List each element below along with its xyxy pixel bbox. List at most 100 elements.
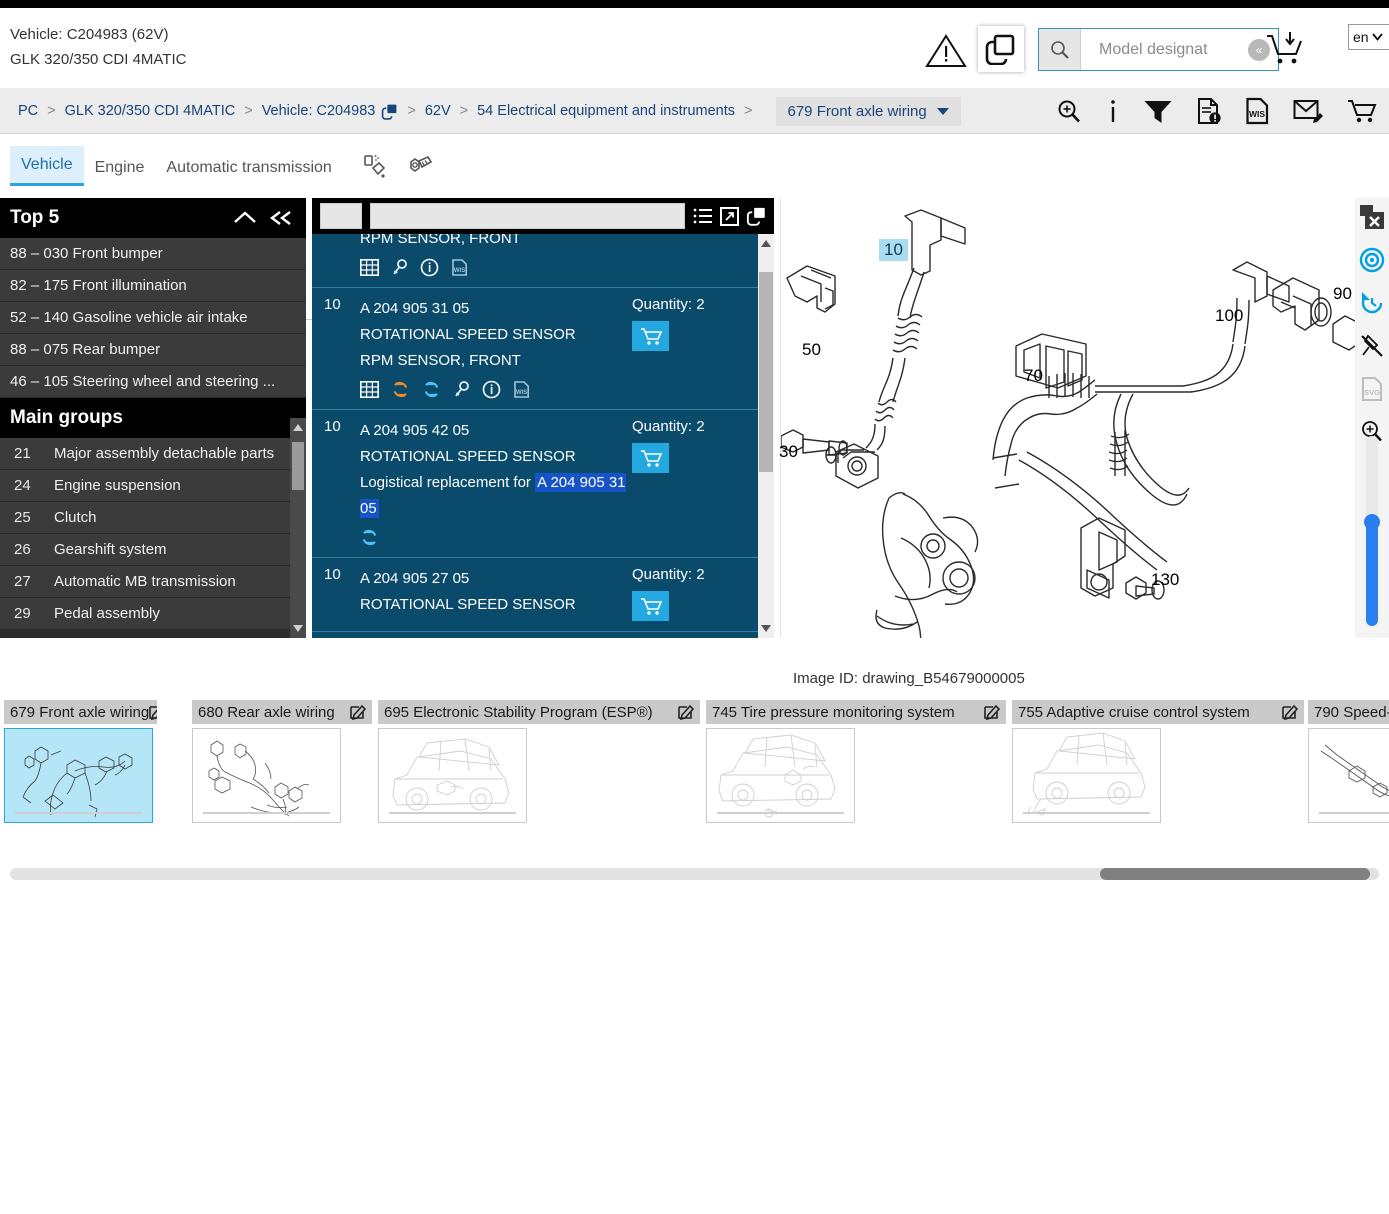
paint-spray-icon[interactable]	[359, 152, 389, 182]
parts-row[interactable]: 10 A 204 905 31 05 ROTATIONAL SPEED SENS…	[312, 288, 774, 410]
main-group-row[interactable]: 24 Engine suspension	[0, 470, 306, 502]
main-group-row[interactable]: 26 Gearshift system	[0, 534, 306, 566]
main-group-row[interactable]: 29 Pedal assembly	[0, 598, 306, 630]
chevron-up-icon[interactable]	[232, 209, 258, 227]
wis-document-icon[interactable]: WIS	[1245, 97, 1270, 125]
thumbnail-label[interactable]: 679 Front axle wiring	[4, 700, 157, 724]
filter-icon[interactable]	[1143, 98, 1173, 125]
collapse-left-icon[interactable]	[268, 209, 294, 227]
thumbnail-755[interactable]: 755 Adaptive cruise control system	[1012, 700, 1304, 823]
edit-icon[interactable]	[149, 704, 157, 720]
main-group-row[interactable]: 25 Clutch	[0, 502, 306, 534]
technical-drawing[interactable]: 10 50 30 70 100 90 130	[779, 198, 1389, 638]
top5-item-2[interactable]: 52 – 140 Gasoline vehicle air intake	[0, 302, 306, 334]
top5-item-1[interactable]: 82 – 175 Front illumination	[0, 270, 306, 302]
key-icon[interactable]	[391, 258, 408, 277]
top5-item-3[interactable]: 88 – 075 Rear bumper	[0, 334, 306, 366]
thumbnail-strip-scrollbar[interactable]	[10, 868, 1379, 880]
parts-row[interactable]: 10 A 204 905 27 05 ROTATIONAL SPEED SENS…	[312, 558, 774, 632]
history-reset-icon[interactable]	[1359, 290, 1385, 316]
model-designation-search[interactable]: Model designat «	[1038, 28, 1279, 71]
top5-item-0[interactable]: 88 – 030 Front bumper	[0, 238, 306, 270]
thumbnail-680[interactable]: 680 Rear axle wiring	[192, 700, 372, 823]
scroll-down-arrow-icon[interactable]	[761, 625, 771, 632]
cart-icon[interactable]	[1264, 30, 1306, 68]
table-icon[interactable]	[360, 381, 379, 398]
scroll-down-arrow-icon[interactable]	[293, 625, 303, 632]
thumbnail-label[interactable]: 680 Rear axle wiring	[192, 700, 372, 724]
main-group-row[interactable]: 21 Major assembly detachable parts	[0, 438, 306, 470]
thumbnail-image[interactable]	[1012, 728, 1161, 823]
supersession-blue-icon[interactable]	[360, 528, 379, 547]
scrollbar-thumb[interactable]	[292, 442, 304, 490]
breadcrumb-item-pc[interactable]: PC	[18, 103, 38, 119]
breadcrumb-item-62v[interactable]: 62V	[425, 103, 451, 119]
thumbnail-label[interactable]: 745 Tire pressure monitoring system	[706, 700, 1006, 724]
target-focus-icon[interactable]	[1359, 247, 1385, 273]
cart-small-icon[interactable]	[1347, 98, 1377, 124]
add-to-cart-button[interactable]	[632, 443, 669, 473]
thumbnail-679[interactable]: 679 Front axle wiring	[4, 700, 157, 823]
edit-icon[interactable]	[678, 704, 694, 720]
thumbnail-image[interactable]	[706, 728, 855, 823]
thumbnail-790[interactable]: 790 Speed-	[1308, 700, 1389, 823]
edit-icon[interactable]	[350, 704, 366, 720]
tab-engine[interactable]: Engine	[84, 149, 156, 186]
tab-vehicle[interactable]: Vehicle	[10, 146, 84, 186]
thumbnail-image[interactable]	[192, 728, 341, 823]
breadcrumb-item-group54[interactable]: 54 Electrical equipment and instruments	[477, 103, 735, 119]
scroll-up-arrow-icon[interactable]	[761, 240, 771, 247]
unpin-icon[interactable]	[1359, 333, 1385, 359]
top5-item-4[interactable]: 46 – 105 Steering wheel and steering ...	[0, 366, 306, 398]
thumbnail-image[interactable]	[4, 728, 153, 823]
thumbnail-695[interactable]: 695 Electronic Stability Program (ESP®)	[378, 700, 700, 823]
supersession-blue-icon[interactable]	[422, 380, 441, 399]
callout-130[interactable]: 130	[1151, 570, 1179, 590]
info-circle-icon[interactable]	[482, 380, 501, 399]
search-icon[interactable]	[1039, 29, 1081, 70]
mail-edit-icon[interactable]	[1293, 98, 1324, 124]
callout-100[interactable]: 100	[1215, 306, 1243, 326]
scrollbar-thumb[interactable]	[1100, 868, 1370, 880]
callout-90[interactable]: 90	[1333, 284, 1352, 304]
expand-icon[interactable]	[720, 206, 739, 226]
supersession-orange-icon[interactable]	[391, 380, 410, 399]
copy-icon[interactable]	[746, 206, 766, 226]
wis-document-icon[interactable]: WIS	[451, 258, 468, 277]
part-number[interactable]: A 204 905 31 05	[360, 296, 632, 322]
thumbnail-label[interactable]: 755 Adaptive cruise control system	[1012, 700, 1304, 724]
parts-row-clipped[interactable]: x RPM SENSOR, FRONT	[312, 234, 774, 288]
main-group-row[interactable]: 27 Automatic MB transmission	[0, 566, 306, 598]
table-icon[interactable]	[360, 259, 379, 276]
wis-document-icon[interactable]: WIS	[513, 380, 530, 399]
zoom-slider-knob[interactable]	[1364, 514, 1380, 530]
list-view-icon[interactable]	[693, 207, 713, 225]
callout-70[interactable]: 70	[1024, 366, 1043, 386]
language-selector[interactable]: en	[1348, 24, 1389, 50]
info-icon[interactable]	[1106, 98, 1120, 125]
parts-list-scrollbar[interactable]	[758, 234, 774, 638]
part-number[interactable]: A 204 905 42 05	[360, 418, 632, 444]
thumbnail-745[interactable]: 745 Tire pressure monitoring system	[706, 700, 1006, 823]
callout-50[interactable]: 50	[802, 340, 821, 360]
warning-triangle-icon[interactable]	[925, 33, 967, 69]
zoom-in-icon[interactable]	[1056, 98, 1083, 125]
copy-button[interactable]	[978, 26, 1024, 72]
info-circle-icon[interactable]	[420, 258, 439, 277]
parts-filter-field[interactable]	[320, 203, 362, 229]
edit-icon[interactable]	[1282, 704, 1298, 720]
zoom-slider[interactable]	[1364, 436, 1380, 626]
tab-automatic-transmission[interactable]: Automatic transmission	[155, 149, 342, 186]
thumbnail-label[interactable]: 790 Speed-	[1308, 700, 1389, 724]
sidebar-scrollbar[interactable]	[290, 418, 306, 638]
bolt-nut-icon[interactable]	[403, 152, 433, 182]
callout-10[interactable]: 10	[879, 239, 908, 261]
edit-icon[interactable]	[984, 704, 1000, 720]
scrollbar-thumb[interactable]	[759, 272, 773, 472]
parts-row[interactable]: 10 A 204 905 42 05 ROTATIONAL SPEED SENS…	[312, 410, 774, 558]
close-window-icon[interactable]	[1359, 204, 1385, 230]
thumbnail-image[interactable]	[1308, 728, 1389, 823]
part-number[interactable]: A 204 905 27 05	[360, 566, 632, 592]
breadcrumb-item-vehicle[interactable]: Vehicle: C204983	[262, 103, 376, 119]
breadcrumb-copy-icon[interactable]	[381, 103, 398, 120]
